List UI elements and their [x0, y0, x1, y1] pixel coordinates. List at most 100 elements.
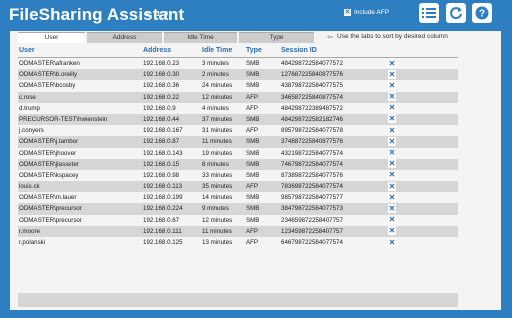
- table-header: User Address Idle Time Type Session ID: [18, 46, 458, 58]
- cell-type: AFP: [246, 93, 259, 101]
- table-row[interactable]: c.rose 192.168.0.22 12 minutes AFP 346587225…: [18, 91, 458, 103]
- arrow-left-icon: ⇦: [327, 34, 333, 41]
- column-header-address: Address: [143, 47, 172, 54]
- cell-idle: 2 minutes: [202, 71, 229, 79]
- cell-session: 484298722584077572: [281, 60, 343, 67]
- help-icon: ?: [475, 6, 489, 20]
- table-row[interactable]: j.conyers 192.168.0.167 31 minutes AFP 89579…: [18, 125, 458, 136]
- cell-type: SMB: [246, 171, 260, 179]
- help-button[interactable]: ?: [472, 3, 492, 23]
- cell-session: 646798722584077574: [281, 239, 343, 246]
- checkbox-check-icon[interactable]: ✕: [344, 9, 351, 16]
- cell-user: PRECURSOR-TEST\hwienstein: [19, 115, 108, 123]
- include-afp-checkbox[interactable]: ✕ Include AFP: [344, 9, 389, 16]
- table-row[interactable]: ODMASTER\kspacey 192.168.0.98 33 minutes SM…: [18, 170, 458, 181]
- cell-session: 985798722584077577: [281, 194, 343, 202]
- tab-idle-time[interactable]: Idle Time: [164, 32, 237, 43]
- cell-session: 123459872258407757: [281, 227, 343, 235]
- cell-address: 192.168.0.224: [143, 205, 183, 213]
- disconnect-icon[interactable]: ✕: [388, 92, 396, 102]
- disconnect-icon[interactable]: ✕: [388, 114, 396, 124]
- table-row[interactable]: ODMASTER\precursor 192.168.0.67 12 minutes…: [18, 215, 458, 226]
- svg-text:?: ?: [479, 9, 485, 20]
- table-row[interactable]: ODMASTER\m.lauer 192.168.0.199 14 minutes S…: [18, 192, 458, 203]
- cell-address: 192.168.0.30: [143, 71, 180, 79]
- table-row[interactable]: ODMASTER\b.oreilly 192.168.0.30 2 minutes S…: [18, 69, 458, 81]
- cell-type: SMB: [246, 115, 260, 123]
- sessions-table: User Address Idle Time Type Session ID O…: [18, 46, 458, 248]
- cell-session: 374887225840877576: [281, 138, 343, 146]
- cell-type: SMB: [246, 138, 260, 146]
- cell-session: 783698722584077574: [281, 183, 343, 191]
- cell-type: AFP: [246, 127, 259, 135]
- cell-type: SMB: [246, 160, 260, 168]
- table-row[interactable]: ODMASTER\afranken 192.168.0.23 3 minutes SM…: [18, 58, 458, 69]
- cell-type: SMB: [246, 216, 260, 224]
- disconnect-icon[interactable]: ✕: [388, 148, 396, 157]
- disconnect-icon[interactable]: ✕: [388, 58, 396, 68]
- disconnect-icon[interactable]: ✕: [388, 170, 396, 180]
- cell-type: AFP: [246, 104, 259, 112]
- cell-session: 484298722389487572: [281, 104, 343, 112]
- cell-type: AFP: [246, 183, 259, 191]
- disconnect-icon[interactable]: ✕: [388, 80, 396, 90]
- cell-idle: 13 minutes: [202, 239, 233, 246]
- cell-type: SMB: [246, 60, 260, 67]
- table-row[interactable]: r.polanski 192.168.0.125 13 minutes AFP 6467…: [18, 237, 458, 248]
- tab-type[interactable]: Type: [239, 32, 314, 43]
- refresh-button[interactable]: [446, 3, 466, 23]
- cell-address: 192.168.0.67: [143, 216, 180, 224]
- table-row[interactable]: ODMASTER\bcosby 192.168.0.36 24 minutes SMB…: [18, 80, 458, 91]
- table-row[interactable]: ODMASTER\jlasseter 192.168.0.15 8 minutes S…: [18, 158, 458, 170]
- disconnect-icon[interactable]: ✕: [388, 136, 396, 146]
- column-header-type: Type: [246, 47, 262, 54]
- disconnect-icon[interactable]: ✕: [388, 69, 396, 79]
- cell-address: 192.168.0.23: [143, 60, 180, 67]
- cell-session: 384798722584077573: [281, 205, 343, 213]
- table-row[interactable]: ODMASTER\j.tambor 192.168.0.87 11 minutes S…: [18, 136, 458, 148]
- table-row[interactable]: r.moore 192.168.0.111 11 minutes AFP 1234598…: [18, 225, 458, 237]
- column-header-idle-time: Idle Time: [202, 47, 233, 54]
- disconnect-icon[interactable]: ✕: [388, 192, 396, 202]
- cell-idle: 3 minutes: [202, 60, 229, 67]
- table-row[interactable]: ODMASTER\precursor 192.168.0.224 9 minutes…: [18, 203, 458, 215]
- empty-row: [18, 293, 458, 307]
- disconnect-icon[interactable]: ✕: [388, 125, 396, 135]
- cell-type: SMB: [246, 194, 260, 202]
- cell-type: SMB: [246, 71, 260, 79]
- cell-idle: 31 minutes: [202, 127, 233, 135]
- disconnect-icon[interactable]: ✕: [388, 181, 396, 191]
- cell-user: r.polanski: [19, 239, 46, 246]
- cell-type: AFP: [246, 227, 259, 235]
- cell-session: 873898722584077576: [281, 171, 343, 179]
- disconnect-icon[interactable]: ✕: [388, 215, 396, 225]
- cell-session: 127687225840877576: [281, 71, 343, 79]
- cell-session: 432198722584077574: [281, 149, 343, 157]
- disconnect-icon[interactable]: ✕: [388, 103, 396, 113]
- cell-idle: 8 minutes: [202, 160, 229, 168]
- cell-session: 484298722582182746: [281, 115, 343, 123]
- cell-address: 192.168.0.36: [143, 82, 180, 90]
- cell-idle: 4 minutes: [202, 104, 229, 112]
- disconnect-icon[interactable]: ✕: [388, 226, 396, 236]
- table-row[interactable]: louis.ck 192.168.0.113 35 minutes AFP 783698…: [18, 181, 458, 193]
- tab-address[interactable]: Address: [87, 32, 162, 43]
- table-row[interactable]: ODMASTER\jhoover 192.168.0.143 19 minutes S…: [18, 148, 458, 159]
- list-view-button[interactable]: [419, 3, 439, 23]
- cell-user: ODMASTER\b.oreilly: [19, 71, 78, 79]
- cell-user: ODMASTER\kspacey: [19, 171, 79, 179]
- disconnect-icon[interactable]: ✕: [388, 203, 396, 213]
- disconnect-icon[interactable]: ✕: [388, 237, 396, 247]
- tab-hint-text: Use the tabs to sort by desired column: [337, 33, 448, 40]
- disconnect-icon[interactable]: ✕: [388, 159, 396, 169]
- list-icon: [422, 8, 436, 18]
- cell-address: 192.168.0.111: [143, 227, 182, 235]
- cell-user: ODMASTER\jhoover: [19, 149, 77, 157]
- tab-user[interactable]: User: [18, 32, 85, 43]
- refresh-icon: [450, 7, 462, 20]
- table-row[interactable]: PRECURSOR-TEST\hwienstein 192.168.0.44 37 …: [18, 113, 458, 126]
- cell-address: 192.168.0.113: [143, 183, 183, 191]
- table-row[interactable]: d.trump 192.168.0.9 4 minutes AFP 4842987223…: [18, 103, 458, 114]
- cell-user: ODMASTER\precursor: [19, 205, 82, 213]
- cell-type: SMB: [246, 82, 260, 90]
